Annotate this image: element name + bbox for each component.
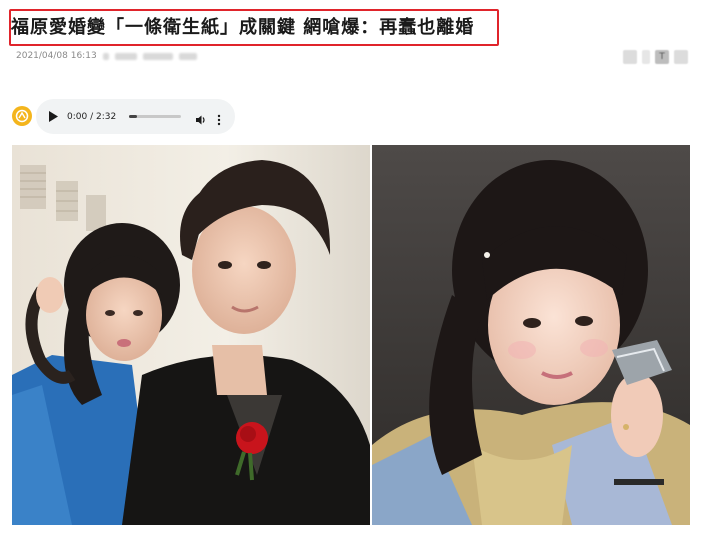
bookmark-icon[interactable] (674, 50, 688, 64)
more-options-icon[interactable] (217, 111, 221, 125)
font-size-label: T (659, 52, 665, 62)
volume-icon[interactable] (195, 111, 207, 124)
article-title: 福原愛婚變「一條衛生紙」成關鍵 網嗆爆：再蠢也離婚 (11, 17, 475, 38)
share-icon[interactable] (623, 50, 637, 64)
source-redacted (142, 52, 173, 60)
play-icon[interactable] (49, 111, 59, 123)
font-size-icon[interactable]: T (655, 50, 669, 64)
audio-time: 0:00 / 2:32 (67, 111, 117, 122)
article-photo-couple (12, 145, 370, 525)
audio-seek-bar[interactable] (129, 115, 181, 118)
author-redacted (102, 52, 109, 60)
audio-progress-fill (129, 115, 137, 118)
article-photo-portrait (372, 145, 690, 525)
article-meta: 2021/04/08 16:13 (16, 51, 197, 61)
article-toolbar: T (623, 50, 688, 64)
source-redacted (178, 52, 197, 60)
author-redacted (114, 52, 137, 60)
audio-player[interactable]: 0:00 / 2:32 (36, 99, 235, 134)
audio-logo-icon (12, 106, 32, 126)
separator-icon (642, 50, 650, 64)
publish-timestamp: 2021/04/08 16:13 (16, 51, 97, 61)
